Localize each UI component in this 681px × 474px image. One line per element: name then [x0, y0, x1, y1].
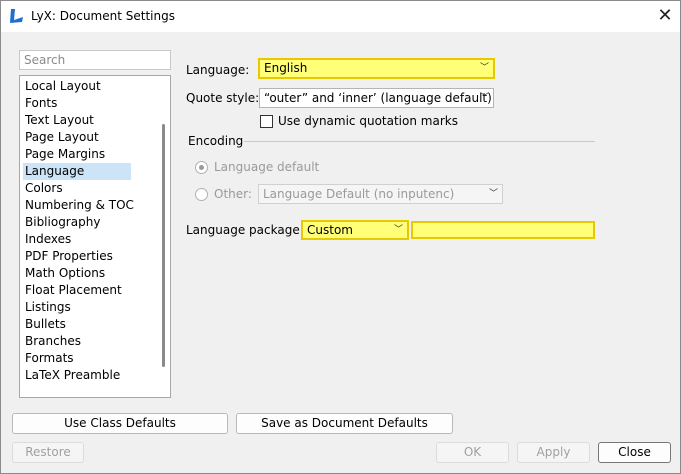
sidebar-item-language[interactable]: Language	[23, 163, 131, 180]
encoding-group-label: Encoding	[188, 134, 244, 148]
close-icon[interactable]: ✕	[651, 5, 679, 27]
ok-button[interactable]: OK	[436, 442, 509, 463]
scrollbar-thumb[interactable]	[162, 124, 165, 367]
encoding-other-label: Other:	[214, 187, 252, 201]
sidebar-item-numbering-toc[interactable]: Numbering & TOC	[23, 197, 134, 214]
quote-style-label: Quote style:	[186, 91, 260, 105]
sidebar-item-bullets[interactable]: Bullets	[23, 316, 131, 333]
sidebar-item-pdf-properties[interactable]: PDF Properties	[23, 248, 131, 265]
sidebar-item-indexes[interactable]: Indexes	[23, 231, 131, 248]
sidebar-item-latex-preamble[interactable]: LaTeX Preamble	[23, 367, 131, 384]
sidebar-item-float-placement[interactable]: Float Placement	[23, 282, 131, 299]
chevron-down-icon: ﹀	[479, 63, 489, 73]
title-bar: LyX: Document Settings ✕	[1, 1, 680, 32]
encoding-other-value: Language Default (no inputenc)	[263, 187, 455, 201]
sidebar-item-bibliography[interactable]: Bibliography	[23, 214, 131, 231]
encoding-divider	[244, 141, 595, 142]
language-package-custom-input[interactable]	[411, 221, 595, 239]
sidebar-item-math-options[interactable]: Math Options	[23, 265, 131, 282]
chevron-down-icon: ﹀	[393, 225, 403, 235]
language-package-select[interactable]: Custom ﹀	[301, 220, 409, 240]
encoding-default-label: Language default	[214, 160, 320, 174]
language-package-label: Language package:	[186, 223, 304, 237]
sidebar-item-branches[interactable]: Branches	[23, 333, 131, 350]
sidebar-item-text-layout[interactable]: Text Layout	[23, 112, 131, 129]
sidebar-scrollbar[interactable]	[159, 77, 170, 396]
sidebar-item-formats[interactable]: Formats	[23, 350, 131, 367]
sidebar-list: Local Layout Fonts Text Layout Page Layo…	[19, 75, 171, 398]
lyx-logo-icon	[10, 9, 23, 23]
close-button[interactable]: Close	[598, 442, 671, 463]
document-settings-dialog: LyX: Document Settings ✕ Local Layout Fo…	[0, 0, 681, 474]
encoding-default-radio[interactable]	[195, 161, 208, 174]
quote-style-value: “outer” and ‘inner’ (language default)	[264, 91, 492, 105]
window-title: LyX: Document Settings	[31, 9, 175, 23]
language-label: Language:	[186, 63, 250, 77]
save-as-document-defaults-button[interactable]: Save as Document Defaults	[236, 413, 453, 434]
language-value: English	[264, 61, 308, 75]
search-input[interactable]	[19, 50, 171, 70]
chevron-down-icon: ﹀	[488, 189, 498, 199]
encoding-other-radio[interactable]	[195, 188, 208, 201]
sidebar-item-page-layout[interactable]: Page Layout	[23, 129, 131, 146]
language-package-value: Custom	[307, 223, 353, 237]
dynamic-quotes-checkbox[interactable]	[260, 115, 273, 128]
encoding-other-select[interactable]: Language Default (no inputenc) ﹀	[258, 184, 503, 204]
restore-button[interactable]: Restore	[12, 442, 84, 463]
apply-button[interactable]: Apply	[517, 442, 590, 463]
sidebar-item-colors[interactable]: Colors	[23, 180, 131, 197]
chevron-down-icon: ﹀	[479, 93, 489, 103]
language-select[interactable]: English ﹀	[258, 58, 495, 79]
sidebar-item-listings[interactable]: Listings	[23, 299, 131, 316]
sidebar-item-fonts[interactable]: Fonts	[23, 95, 131, 112]
use-class-defaults-button[interactable]: Use Class Defaults	[12, 413, 228, 434]
quote-style-select[interactable]: “outer” and ‘inner’ (language default) ﹀	[259, 88, 494, 108]
sidebar-item-local-layout[interactable]: Local Layout	[23, 78, 131, 95]
dynamic-quotes-label: Use dynamic quotation marks	[278, 114, 458, 128]
sidebar-item-page-margins[interactable]: Page Margins	[23, 146, 131, 163]
